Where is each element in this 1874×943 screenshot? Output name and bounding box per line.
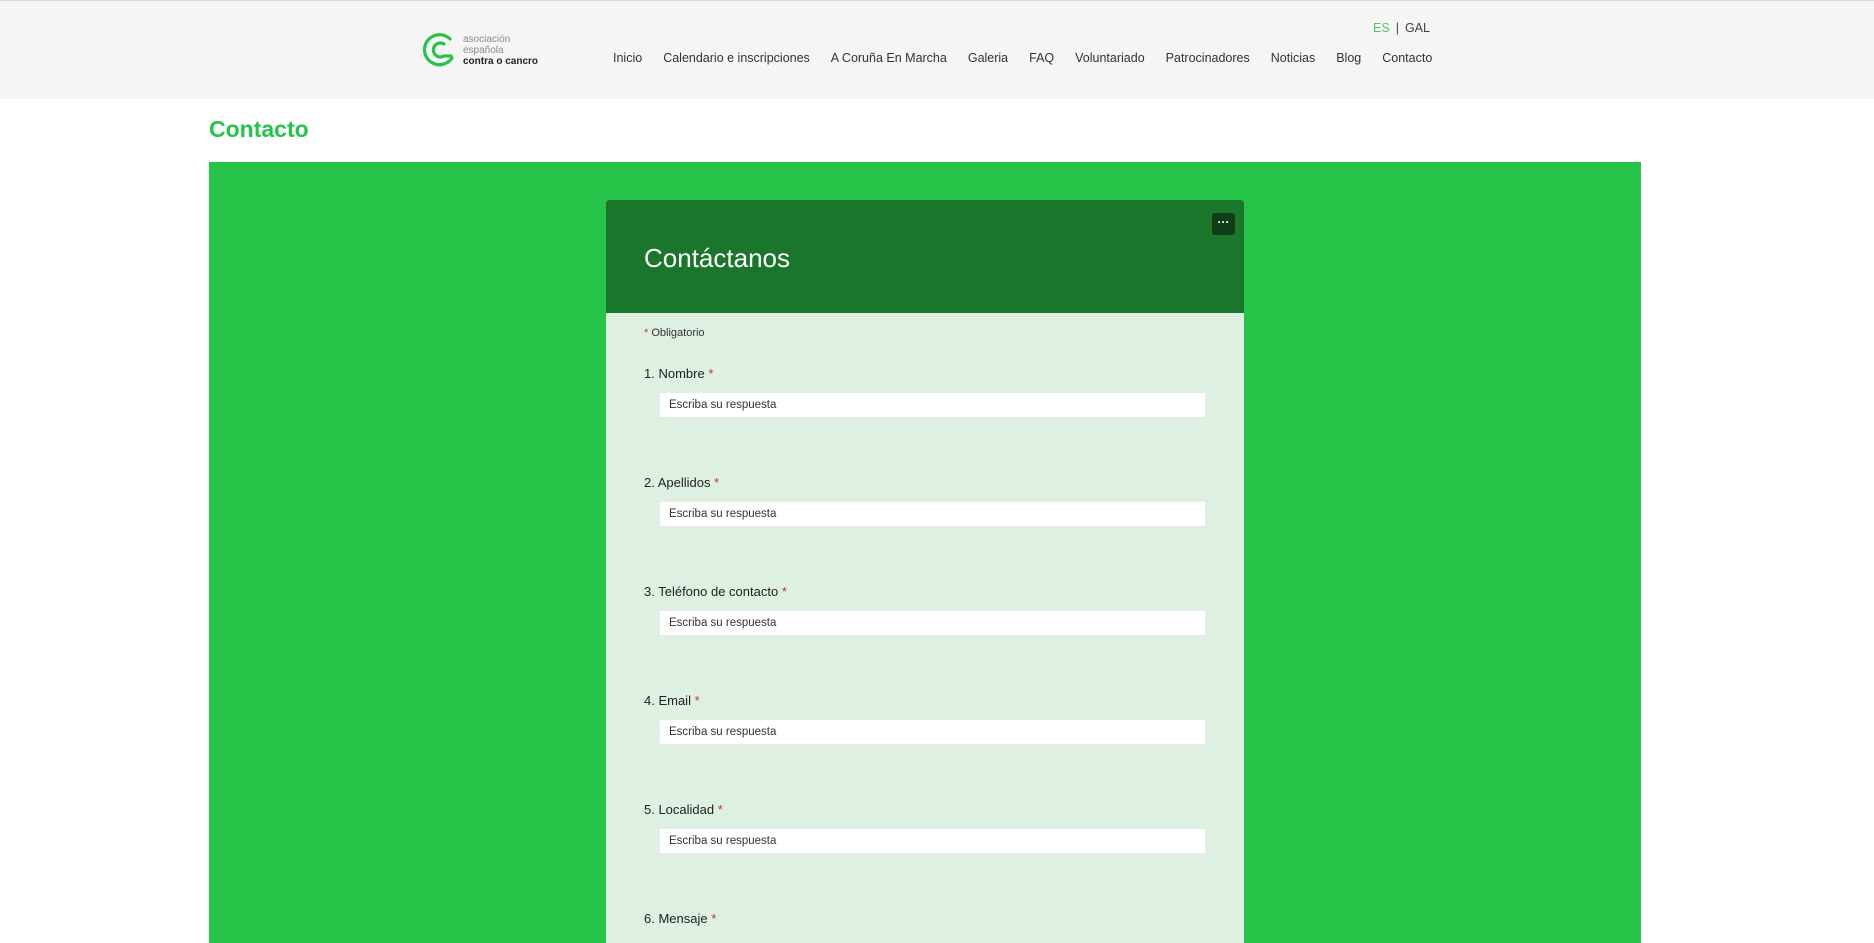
lang-separator: | <box>1395 21 1399 35</box>
apellidos-input[interactable]: Escriba su respuesta <box>659 501 1206 527</box>
telefono-input[interactable]: Escriba su respuesta <box>659 610 1206 636</box>
site-logo[interactable]: asociación española contra o cancro <box>421 31 538 69</box>
language-switcher: ES | GAL <box>1373 21 1430 35</box>
main-nav: Inicio Calendario e inscripciones A Coru… <box>613 51 1432 65</box>
required-star: * <box>644 327 649 339</box>
question-label: 5. Localidad * <box>644 802 1204 817</box>
nombre-input[interactable]: Escriba su respuesta <box>659 392 1206 418</box>
question-apellidos: 2. Apellidos * Escriba su respuesta <box>644 475 1206 527</box>
page-title: Contacto <box>209 116 309 142</box>
required-star: * <box>708 366 714 381</box>
question-label-text: 4. Email <box>644 693 691 708</box>
more-options-button[interactable]: ··· <box>1212 213 1235 235</box>
question-label-text: 3. Teléfono de contacto <box>644 584 779 599</box>
question-telefono: 3. Teléfono de contacto * Escriba su res… <box>644 584 1206 636</box>
required-star: * <box>694 693 700 708</box>
logo-line-2: española <box>463 44 504 56</box>
nav-item-galeria[interactable]: Galeria <box>968 51 1008 65</box>
question-localidad: 5. Localidad * Escriba su respuesta <box>644 802 1206 854</box>
question-label-text: 6. Mensaje <box>644 911 708 926</box>
question-label: 6. Mensaje * <box>644 911 1204 926</box>
required-note-text: Obligatorio <box>651 327 705 339</box>
nav-item-inicio[interactable]: Inicio <box>613 51 642 65</box>
logo-line-1: asociación <box>463 33 511 45</box>
email-input[interactable]: Escriba su respuesta <box>659 719 1206 745</box>
form-header: Contáctanos ··· <box>606 200 1244 313</box>
required-star: * <box>781 584 787 599</box>
question-label: 2. Apellidos * <box>644 475 1204 490</box>
site-header: asociación española contra o cancro ES |… <box>0 1 1874 99</box>
nav-item-calendario[interactable]: Calendario e inscripciones <box>663 51 810 65</box>
nav-item-blog[interactable]: Blog <box>1336 51 1361 65</box>
required-star: * <box>714 475 720 490</box>
localidad-input[interactable]: Escriba su respuesta <box>659 828 1206 854</box>
question-label: 4. Email * <box>644 693 1204 708</box>
nav-item-patrocinadores[interactable]: Patrocinadores <box>1166 51 1250 65</box>
required-note: * Obligatorio <box>644 327 705 339</box>
question-label: 1. Nombre * <box>644 366 1204 381</box>
nav-item-contacto[interactable]: Contacto <box>1382 51 1432 65</box>
question-nombre: 1. Nombre * Escriba su respuesta <box>644 366 1206 418</box>
required-star: * <box>711 911 717 926</box>
lang-es-link[interactable]: ES <box>1373 21 1390 35</box>
nav-item-noticias[interactable]: Noticias <box>1271 51 1315 65</box>
nav-item-faq[interactable]: FAQ <box>1029 51 1054 65</box>
required-star: * <box>717 802 723 817</box>
nav-item-voluntariado[interactable]: Voluntariado <box>1075 51 1145 65</box>
question-label-text: 2. Apellidos <box>644 475 711 490</box>
logo-wordmark: asociación española contra o cancro <box>463 34 538 67</box>
nav-item-coruna-en-marcha[interactable]: A Coruña En Marcha <box>831 51 947 65</box>
question-mensaje: 6. Mensaje * <box>644 911 1204 926</box>
form-title: Contáctanos <box>644 243 790 273</box>
aecc-logo-icon <box>422 33 454 67</box>
logo-line-3: contra o cancro <box>463 55 539 67</box>
contact-form: Contáctanos ··· * Obligatorio 1. Nombre … <box>606 200 1244 943</box>
question-label: 3. Teléfono de contacto * <box>644 584 1204 599</box>
question-label-text: 5. Localidad <box>644 802 715 817</box>
question-email: 4. Email * Escriba su respuesta <box>644 693 1206 745</box>
question-label-text: 1. Nombre <box>644 366 705 381</box>
lang-gal-link[interactable]: GAL <box>1405 21 1430 35</box>
